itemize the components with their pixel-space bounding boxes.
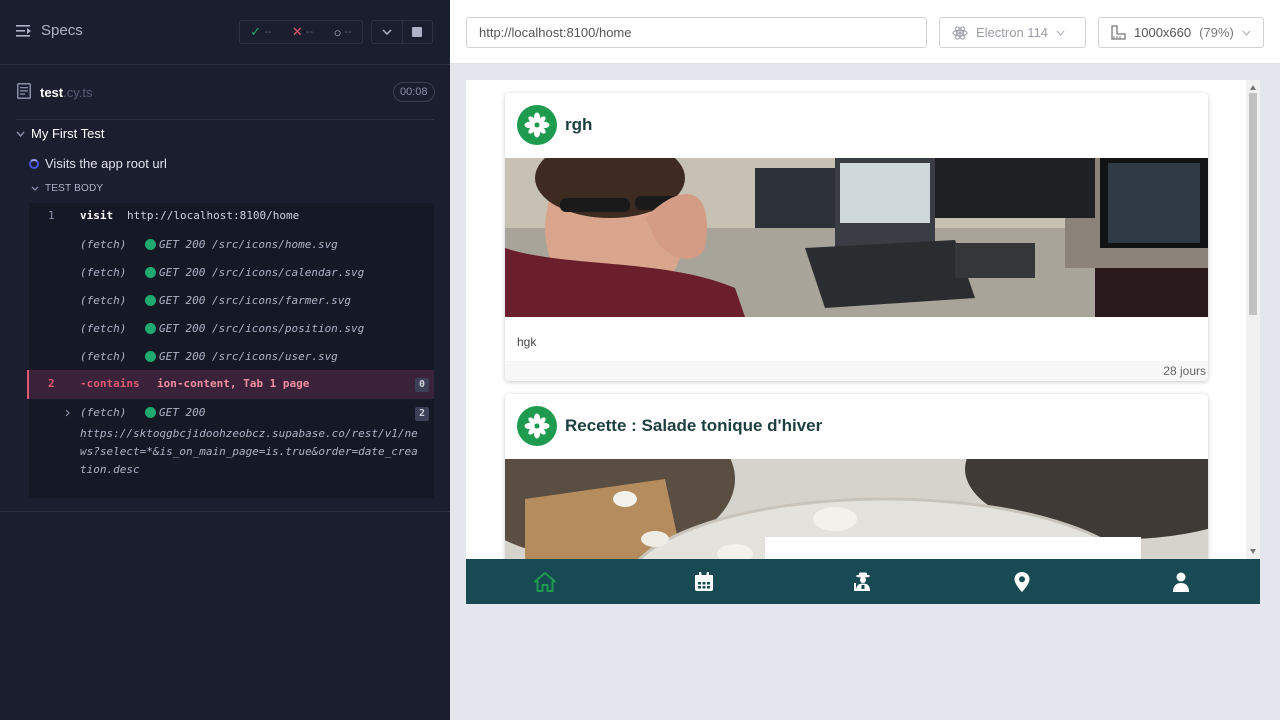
aut-header: http://localhost:8100/home Electron 114 … — [450, 0, 1280, 64]
ruler-icon — [1111, 25, 1126, 40]
farmer-icon — [853, 572, 870, 591]
status-dot-icon — [145, 323, 156, 334]
check-icon: ✓ — [250, 24, 262, 39]
scroll-up-icon[interactable] — [1250, 85, 1256, 90]
tab-home[interactable] — [466, 559, 625, 604]
card-title: Recette : Salade tonique d'hiver — [565, 416, 823, 435]
scrollbar[interactable] — [1246, 80, 1260, 559]
news-photo — [505, 459, 1208, 559]
run-controls — [371, 20, 433, 44]
failed-stat: ✕ -- — [291, 24, 314, 39]
status-dot-icon — [145, 351, 156, 362]
cross-icon: ✕ — [291, 24, 303, 39]
command-log: 1 visit http://localhost:8100/home (fetc… — [27, 203, 434, 498]
suite-title[interactable]: My First Test — [16, 126, 104, 141]
pending-stat: ○ -- — [333, 24, 352, 40]
command-count-badge: 2 — [415, 407, 429, 421]
chevron-right-icon — [65, 409, 70, 417]
spec-file-row[interactable]: test.cy.ts 00:08 — [0, 66, 450, 120]
card-footer: 28 jours — [505, 361, 1208, 381]
request-url: https://sktoqgbcjidoohzeobcz.supabase.co… — [80, 427, 418, 476]
news-card[interactable]: Recette : Salade tonique d'hiver — [505, 394, 1208, 559]
command-row[interactable]: (fetch) GET 200 /src/icons/home.svg — [29, 233, 434, 257]
viewport-selector[interactable]: 1000x660 (79%) — [1098, 17, 1264, 48]
document-icon — [17, 83, 31, 99]
specs-list-icon — [16, 24, 31, 37]
passed-stat: ✓ -- — [250, 24, 272, 39]
news-photo — [505, 158, 1208, 317]
chevron-down-icon — [16, 131, 25, 137]
stop-icon — [412, 27, 423, 37]
command-row[interactable]: (fetch) GET 200 /src/icons/calendar.svg — [29, 261, 434, 285]
tab-calendar[interactable] — [625, 559, 784, 604]
card-title: rgh — [565, 115, 593, 134]
command-row[interactable]: (fetch) GET 200 /src/icons/user.svg — [29, 345, 434, 369]
command-row[interactable]: 1 visit http://localhost:8100/home — [29, 203, 434, 229]
test-body-section[interactable]: TEST BODY — [31, 183, 103, 194]
pending-icon: ○ — [333, 24, 342, 40]
browser-selector[interactable]: Electron 114 — [939, 17, 1086, 48]
status-dot-icon — [145, 295, 156, 306]
scrollbar-thumb[interactable] — [1249, 93, 1257, 315]
status-dot-icon — [145, 239, 156, 250]
command-count-badge: 0 — [415, 378, 429, 392]
specs-label: Specs — [41, 22, 83, 39]
position-icon — [1014, 571, 1030, 592]
calendar-icon — [695, 571, 714, 591]
url-bar[interactable]: http://localhost:8100/home — [466, 17, 927, 48]
stop-button[interactable] — [401, 21, 433, 43]
spec-duration: 00:08 — [393, 82, 435, 102]
chevron-down-icon — [1242, 30, 1251, 36]
chevron-down-icon — [31, 186, 39, 191]
divider — [16, 119, 434, 120]
expand-button[interactable] — [372, 21, 402, 43]
tab-user[interactable] — [1101, 559, 1260, 604]
electron-icon — [952, 25, 968, 40]
chevron-down-icon — [1056, 30, 1065, 36]
failed-command-row[interactable]: 2 -contains ion-content, Tab 1 page 0 — [27, 370, 434, 399]
news-feed[interactable]: rgh hgk 28 jours Recette: Salade toniqu… — [466, 80, 1260, 559]
command-row[interactable]: (fetch) GET 200 /src/icons/farmer.svg — [29, 289, 434, 313]
card-date: 28 jours — [1163, 364, 1206, 378]
status-dot-icon — [145, 407, 156, 418]
tab-farmer[interactable] — [784, 559, 943, 604]
home-icon — [534, 571, 557, 592]
tab-bar — [466, 559, 1260, 604]
card-header: Recette : Salade tonique d'hiver — [505, 394, 1208, 459]
reporter-panel: Specs ✓-- ✕-- ○-- test.cy.ts 00:08 My — [0, 0, 450, 720]
news-card[interactable]: rgh hgk 28 jours — [505, 93, 1208, 381]
specs-toggle[interactable]: Specs — [16, 22, 83, 39]
card-body-text: hgk — [517, 335, 537, 349]
status-dot-icon — [145, 267, 156, 278]
user-icon — [1172, 572, 1189, 592]
running-spinner-icon — [29, 158, 39, 169]
reporter-header: Specs ✓ -- ✕ -- ○ -- — [0, 0, 450, 65]
chevron-down-icon — [382, 29, 392, 35]
tab-position[interactable] — [942, 559, 1101, 604]
flower-logo-icon — [517, 105, 557, 145]
command-row[interactable]: (fetch) GET 200 /src/icons/position.svg — [29, 317, 434, 341]
flower-logo-icon — [517, 406, 557, 446]
test-stats: ✓ -- ✕ -- ○ -- — [239, 20, 363, 44]
test-title[interactable]: Visits the app root url — [29, 156, 167, 171]
card-header: rgh — [505, 93, 1208, 158]
scroll-down-icon[interactable] — [1250, 549, 1256, 554]
divider — [0, 511, 450, 512]
app-preview: rgh hgk 28 jours Recette: Salade toniqu… — [466, 80, 1260, 604]
spec-file-name: test.cy.ts — [40, 85, 93, 100]
